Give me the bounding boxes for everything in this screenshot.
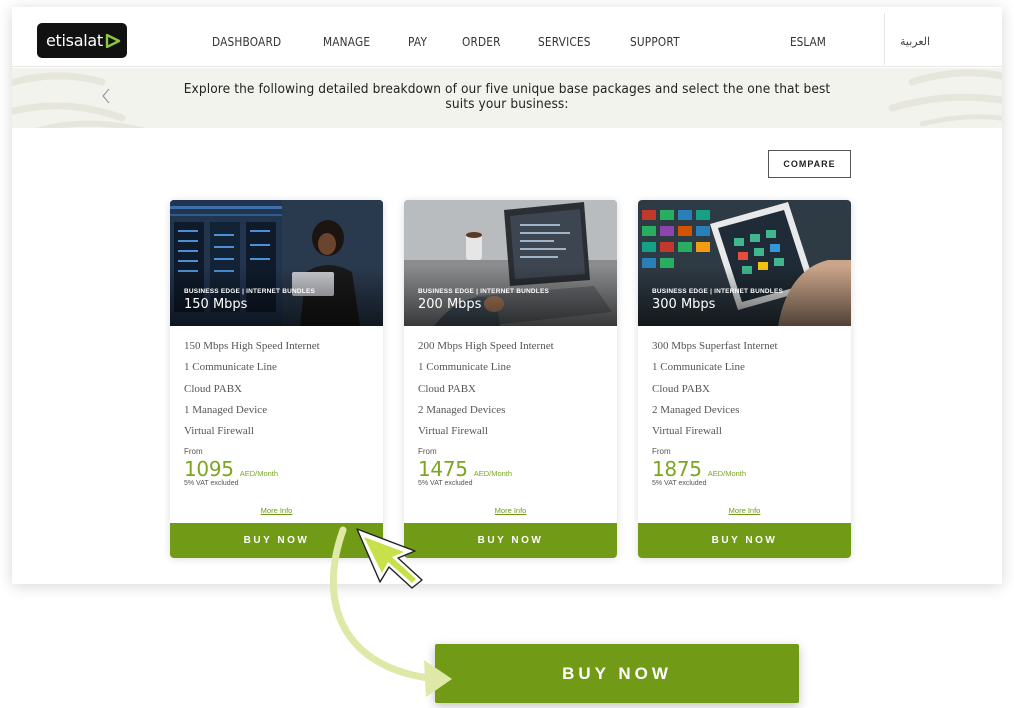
intro-banner: Explore the following detailed breakdown… [12,68,1002,128]
buy-now-button[interactable]: BUY NOW [170,523,383,558]
main-nav: DASHBOARD MANAGE PAY ORDER SERVICES SUPP… [212,35,718,49]
photo-shade [404,266,617,326]
feature-list: 200 Mbps High Speed Internet 1 Communica… [418,339,554,445]
card-category: BUSINESS EDGE | INTERNET BUNDLES [418,288,550,295]
card-category: BUSINESS EDGE | INTERNET BUNDLES [184,288,316,295]
card-category: BUSINESS EDGE | INTERNET BUNDLES [652,288,784,295]
nav-order[interactable]: ORDER [462,35,501,49]
feature-item: Cloud PABX [418,382,476,395]
price-row: 1095 AED/Month [184,457,278,481]
feature-item: Cloud PABX [184,382,242,395]
price-unit: AED/Month [707,469,747,478]
price-value: 1095 [184,457,234,481]
logo-text: etisalat [46,31,103,50]
back-arrow-icon[interactable] [96,86,116,106]
browser-page: etisalat DASHBOARD MANAGE PAY ORDER SERV… [12,7,1002,584]
more-info-link[interactable]: More Info [638,506,851,515]
language-switch[interactable]: العربية [900,35,930,48]
feature-item: 1 Communicate Line [652,361,745,374]
nav-services[interactable]: SERVICES [538,35,591,49]
vat-note: 5% VAT excluded [418,480,473,487]
feature-item: 300 Mbps Superfast Internet [652,340,778,352]
photo-shade [170,266,383,326]
compare-button[interactable]: COMPARE [768,150,851,178]
buy-now-button[interactable]: BUY NOW [404,523,617,558]
price-value: 1475 [418,457,468,481]
from-label: From [652,447,671,456]
feature-item: 150 Mbps High Speed Internet [184,340,320,352]
price-unit: AED/Month [473,469,513,478]
nav-manage[interactable]: MANAGE [323,35,370,49]
card-photo-tablet: BUSINESS EDGE | INTERNET BUNDLES 300 Mbp… [638,200,851,326]
intro-text: Explore the following detailed breakdown… [183,82,831,112]
top-header: etisalat DASHBOARD MANAGE PAY ORDER SERV… [12,7,1002,67]
card-photo-server-room: BUSINESS EDGE | INTERNET BUNDLES 150 Mbp… [170,200,383,326]
feature-item: 2 Managed Devices [652,403,740,416]
feature-item: Cloud PABX [652,382,710,395]
feature-item: Virtual Firewall [418,425,488,438]
from-label: From [184,447,203,456]
user-menu[interactable]: ESLAM [790,35,826,49]
photo-shade [638,266,851,326]
nav-dashboard[interactable]: DASHBOARD [212,35,281,49]
feature-item: 1 Managed Device [184,403,268,416]
card-speed: 150 Mbps [184,297,248,312]
package-card-200: BUSINESS EDGE | INTERNET BUNDLES 200 Mbp… [404,200,617,558]
logo-play-icon [105,33,121,48]
card-photo-laptop: BUSINESS EDGE | INTERNET BUNDLES 200 Mbp… [404,200,617,326]
card-speed: 300 Mbps [652,297,716,312]
package-card-150: BUSINESS EDGE | INTERNET BUNDLES 150 Mbp… [170,200,383,558]
feature-list: 150 Mbps High Speed Internet 1 Communica… [184,339,320,445]
more-info-link[interactable]: More Info [170,506,383,515]
feature-item: Virtual Firewall [652,425,722,438]
feature-item: 1 Communicate Line [418,361,511,374]
zoomed-buy-now-button[interactable]: BUY NOW [435,644,799,703]
card-speed: 200 Mbps [418,297,482,312]
etisalat-logo[interactable]: etisalat [37,23,127,58]
price-unit: AED/Month [239,469,279,478]
feature-item: Virtual Firewall [184,425,254,438]
nav-support[interactable]: SUPPORT [630,35,680,49]
nav-pay[interactable]: PAY [408,35,427,49]
price-row: 1475 AED/Month [418,457,512,481]
vat-note: 5% VAT excluded [652,480,707,487]
price-row: 1875 AED/Month [652,457,746,481]
header-divider [884,13,885,65]
price-value: 1875 [652,457,702,481]
feature-list: 300 Mbps Superfast Internet 1 Communicat… [652,339,778,445]
package-card-300: BUSINESS EDGE | INTERNET BUNDLES 300 Mbp… [638,200,851,558]
more-info-link[interactable]: More Info [404,506,617,515]
feature-item: 200 Mbps High Speed Internet [418,340,554,352]
buy-now-button[interactable]: BUY NOW [638,523,851,558]
feature-item: 2 Managed Devices [418,403,506,416]
from-label: From [418,447,437,456]
vat-note: 5% VAT excluded [184,480,239,487]
feature-item: 1 Communicate Line [184,361,277,374]
